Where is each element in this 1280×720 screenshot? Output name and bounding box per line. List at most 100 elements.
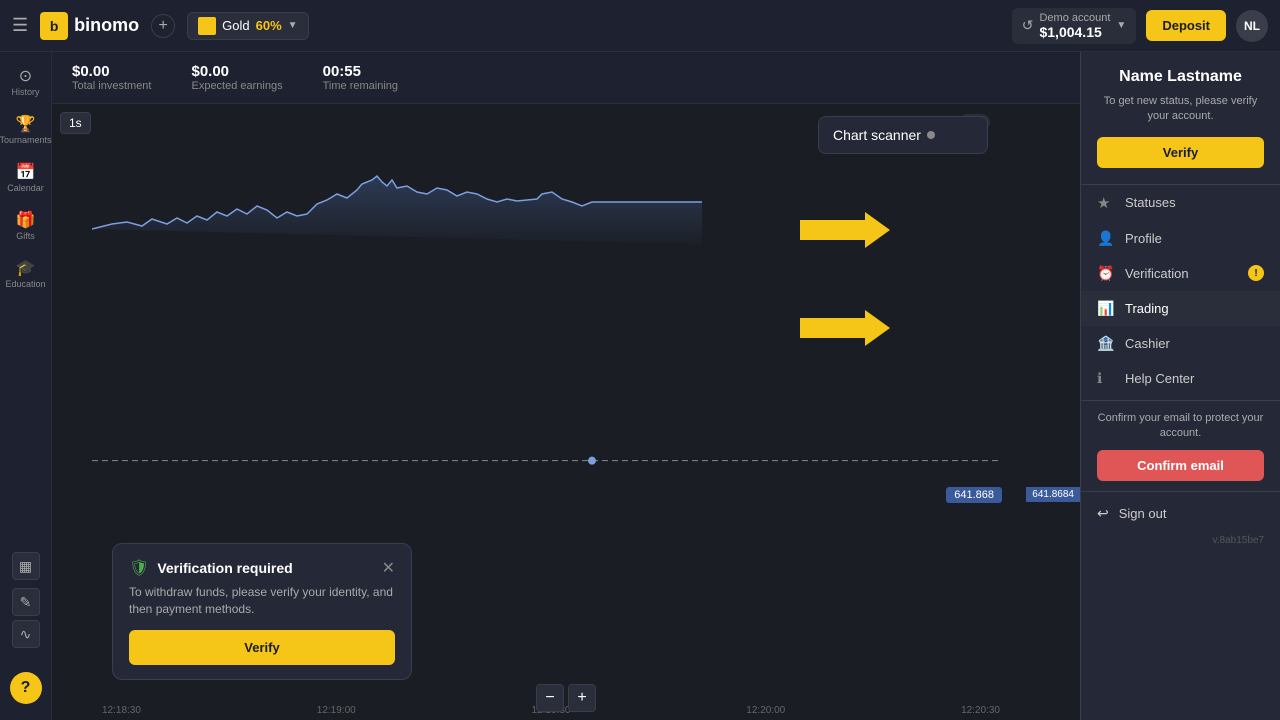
account-type-label: Demo account <box>1039 12 1110 24</box>
deposit-button[interactable]: Deposit <box>1146 10 1226 41</box>
menu-item-help-label: Help Center <box>1125 371 1194 386</box>
add-tab-button[interactable]: + <box>151 14 175 38</box>
verification-banner-title: Verification required <box>157 560 292 576</box>
asset-selector[interactable]: Gold 60% ▼ <box>187 12 308 40</box>
profile-verify-button[interactable]: Verify <box>1097 137 1264 168</box>
sidebar-bottom: ▦ ✎ ∿ ? <box>10 552 42 712</box>
time-label-0: 12:18:30 <box>102 705 141 716</box>
sidebar-item-history[interactable]: ⊙ History <box>4 60 48 104</box>
right-panel: Name Lastname To get new status, please … <box>1080 52 1280 720</box>
profile-dropdown: Name Lastname To get new status, please … <box>1080 52 1280 720</box>
left-sidebar: ⊙ History 🏆 Tournaments 📅 Calendar 🎁 Gif… <box>0 52 52 720</box>
sidebar-label-gifts: Gifts <box>16 232 35 242</box>
menu-item-help[interactable]: ℹ Help Center <box>1081 361 1280 396</box>
logo-area: b binomo <box>40 12 139 40</box>
chart-tool-bar-icon[interactable]: ▦ <box>12 552 40 580</box>
main-layout: ⊙ History 🏆 Tournaments 📅 Calendar 🎁 Gif… <box>0 52 1280 720</box>
expected-earnings-value: $0.00 <box>191 63 282 80</box>
price-label-left: 641.868 <box>946 487 1002 503</box>
price-label-right: 641.8684 <box>1026 487 1080 502</box>
sidebar-label-calendar: Calendar <box>7 184 44 194</box>
profile-icon: 👤 <box>1097 230 1115 247</box>
time-remaining-label: Time remaining <box>323 80 398 92</box>
arrow-right-2 <box>800 310 890 351</box>
zoom-in-button[interactable]: + <box>568 684 596 712</box>
chart-tool-draw-icon[interactable]: ✎ <box>12 588 40 616</box>
menu-item-profile[interactable]: 👤 Profile <box>1081 221 1280 256</box>
chevron-down-icon-2: ▼ <box>1116 20 1126 31</box>
menu-item-statuses-label: Statuses <box>1125 195 1176 210</box>
zoom-out-button[interactable]: − <box>536 684 564 712</box>
verification-banner-close[interactable]: ✕ <box>382 558 395 578</box>
stats-bar: $0.00 Total investment $0.00 Expected ea… <box>52 52 1080 104</box>
menu-item-trading[interactable]: 📊 Trading <box>1081 291 1280 326</box>
sidebar-label-tournaments: Tournaments <box>0 136 52 146</box>
profile-sub-text: To get new status, please verify your ac… <box>1097 94 1264 125</box>
sign-out-label: Sign out <box>1119 506 1167 521</box>
help-button[interactable]: ? <box>10 672 42 704</box>
price-dot <box>588 457 596 465</box>
menu-item-cashier[interactable]: 🏦 Cashier <box>1081 326 1280 361</box>
chart-scanner-label: Chart scanner <box>833 127 921 143</box>
menu-item-verification[interactable]: ⏰ Verification ! <box>1081 256 1280 291</box>
time-remaining-value: 00:55 <box>323 63 398 80</box>
history-icon: ⊙ <box>19 66 32 86</box>
cashier-icon: 🏦 <box>1097 335 1115 352</box>
confirm-email-button[interactable]: Confirm email <box>1097 450 1264 481</box>
verification-banner-header: 🛡 Verification required ✕ <box>129 558 395 578</box>
chart-scanner-title: Chart scanner <box>833 127 973 143</box>
shield-icon: 🛡 <box>129 558 149 578</box>
chart-controls: − + <box>536 684 596 712</box>
asset-icon <box>198 17 216 35</box>
arrow-right-1 <box>800 212 890 253</box>
center-area: $0.00 Total investment $0.00 Expected ea… <box>52 52 1080 720</box>
sign-out-icon: ↩ <box>1097 505 1109 522</box>
statuses-icon: ★ <box>1097 194 1115 212</box>
sidebar-item-gifts[interactable]: 🎁 Gifts <box>4 204 48 248</box>
asset-percent: 60% <box>256 18 282 33</box>
sidebar-item-education[interactable]: 🎓 Education <box>4 252 48 296</box>
sidebar-item-tournaments[interactable]: 🏆 Tournaments <box>4 108 48 152</box>
expected-earnings-label: Expected earnings <box>191 80 282 92</box>
asset-name: Gold <box>222 18 249 33</box>
sidebar-label-history: History <box>11 88 39 98</box>
logo-text: binomo <box>74 15 139 36</box>
chart-tool-pen-icon[interactable]: ∿ <box>12 620 40 648</box>
verification-banner: 🛡 Verification required ✕ To withdraw fu… <box>112 543 412 680</box>
price-label-value: 641.868 <box>954 489 994 501</box>
chart-area <box>92 176 702 244</box>
price-right-value: 641.8684 <box>1032 489 1074 500</box>
nav-right: ↺ Demo account $1,004.15 ▼ Deposit NL <box>1012 8 1268 44</box>
chart-scanner-panel: Chart scanner <box>818 116 988 154</box>
email-confirm-text: Confirm your email to protect your accou… <box>1097 411 1264 442</box>
verification-icon: ⏰ <box>1097 265 1115 282</box>
email-confirm-section: Confirm your email to protect your accou… <box>1081 400 1280 492</box>
verification-banner-verify-button[interactable]: Verify <box>129 630 395 665</box>
time-label-3: 12:20:00 <box>746 705 785 716</box>
trading-icon: 📊 <box>1097 300 1115 317</box>
avatar-button[interactable]: NL <box>1236 10 1268 42</box>
time-label-4: 12:20:30 <box>961 705 1000 716</box>
gift-icon: 🎁 <box>16 210 36 230</box>
total-investment-value: $0.00 <box>72 63 151 80</box>
verification-banner-text: To withdraw funds, please verify your id… <box>129 584 395 618</box>
demo-account-selector[interactable]: ↺ Demo account $1,004.15 ▼ <box>1012 8 1137 44</box>
trophy-icon: 🏆 <box>16 114 36 134</box>
chevron-down-icon: ▼ <box>288 20 298 31</box>
education-icon: 🎓 <box>16 258 36 278</box>
menu-item-sign-out[interactable]: ↩ Sign out <box>1081 496 1280 531</box>
stat-total-investment: $0.00 Total investment <box>72 63 151 92</box>
time-label-1: 12:19:00 <box>317 705 356 716</box>
stat-time-remaining: 00:55 Time remaining <box>323 63 398 92</box>
info-dot-icon <box>927 131 935 139</box>
interval-button[interactable]: 1s <box>60 112 91 134</box>
sidebar-item-calendar[interactable]: 📅 Calendar <box>4 156 48 200</box>
stat-expected-earnings: $0.00 Expected earnings <box>191 63 282 92</box>
menu-item-statuses[interactable]: ★ Statuses <box>1081 185 1280 221</box>
refresh-icon: ↺ <box>1022 17 1034 34</box>
hamburger-button[interactable]: ☰ <box>12 15 28 36</box>
account-balance: $1,004.15 <box>1039 24 1110 40</box>
calendar-icon: 📅 <box>16 162 36 182</box>
menu-item-cashier-label: Cashier <box>1125 336 1170 351</box>
menu-item-profile-label: Profile <box>1125 231 1162 246</box>
